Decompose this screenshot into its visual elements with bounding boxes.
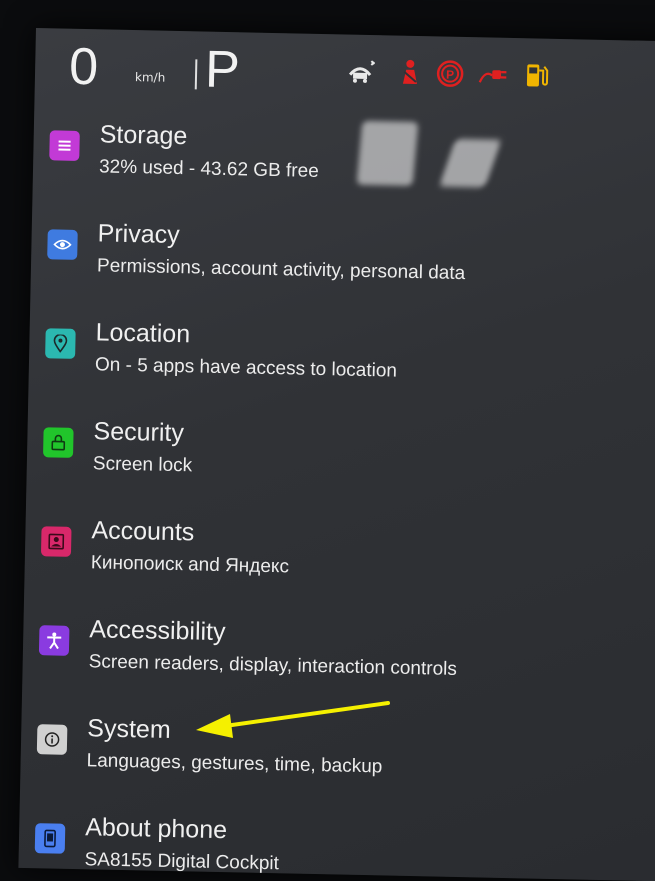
settings-item-title: Security bbox=[93, 417, 185, 448]
settings-item-subtitle: Screen readers, display, interaction con… bbox=[88, 651, 458, 680]
privacy-eye-icon bbox=[47, 229, 78, 260]
seatbelt-warning-icon bbox=[402, 59, 417, 84]
settings-item-subtitle: 32% used - 43.62 GB free bbox=[98, 156, 319, 182]
phone-icon bbox=[34, 823, 66, 854]
settings-item-accounts[interactable]: Accounts Кинопоиск and Яндекс bbox=[24, 512, 655, 624]
settings-item-privacy[interactable]: Privacy Permissions, account activity, p… bbox=[30, 215, 655, 327]
lock-icon bbox=[43, 427, 74, 458]
settings-item-about-phone[interactable]: About phone SA8155 Digital Cockpit bbox=[18, 809, 655, 881]
accessibility-icon bbox=[38, 625, 70, 656]
gear-indicator: P bbox=[204, 40, 241, 100]
settings-item-subtitle: Кинопоиск and Яндекс bbox=[90, 552, 290, 578]
settings-item-title: Privacy bbox=[97, 219, 180, 250]
settings-item-subtitle: Permissions, account activity, personal … bbox=[96, 255, 466, 285]
settings-item-subtitle: On - 5 apps have access to location bbox=[94, 354, 398, 382]
location-pin-icon bbox=[45, 328, 76, 359]
settings-list: Storage 32% used - 43.62 GB free Privacy… bbox=[18, 116, 655, 881]
status-bar: 0 km/h P P bbox=[34, 28, 655, 121]
parking-brake-icon: P bbox=[436, 60, 464, 87]
status-divider bbox=[194, 59, 198, 90]
settings-item-title: Storage bbox=[99, 120, 188, 151]
settings-item-security[interactable]: Security Screen lock bbox=[26, 413, 655, 525]
settings-item-subtitle: Languages, gestures, time, backup bbox=[86, 750, 383, 778]
speed-unit: km/h bbox=[134, 70, 166, 85]
info-icon bbox=[36, 724, 68, 755]
head-unit-screen: 0 km/h P P Storage 32% used - 43.62 GB f… bbox=[18, 28, 655, 881]
account-box-icon bbox=[40, 526, 72, 557]
settings-item-subtitle: SA8155 Digital Cockpit bbox=[84, 849, 280, 875]
speed-readout: 0 bbox=[68, 37, 99, 97]
settings-item-title: Accessibility bbox=[89, 615, 226, 647]
settings-item-subtitle: Screen lock bbox=[92, 453, 193, 477]
settings-item-storage[interactable]: Storage 32% used - 43.62 GB free bbox=[32, 116, 655, 228]
settings-item-title: About phone bbox=[84, 813, 228, 845]
settings-item-title: System bbox=[87, 714, 171, 744]
settings-item-system[interactable]: System Languages, gestures, time, backup bbox=[20, 710, 655, 822]
settings-item-title: Accounts bbox=[91, 516, 195, 547]
storage-icon bbox=[49, 130, 80, 161]
fuel-icon bbox=[526, 64, 549, 87]
parking-sensor-icon bbox=[348, 60, 376, 83]
charging-plug-icon bbox=[478, 70, 507, 83]
settings-item-location[interactable]: Location On - 5 apps have access to loca… bbox=[28, 314, 655, 426]
svg-text:P: P bbox=[446, 68, 454, 82]
settings-item-accessibility[interactable]: Accessibility Screen readers, display, i… bbox=[22, 611, 655, 723]
settings-item-title: Location bbox=[95, 318, 191, 349]
